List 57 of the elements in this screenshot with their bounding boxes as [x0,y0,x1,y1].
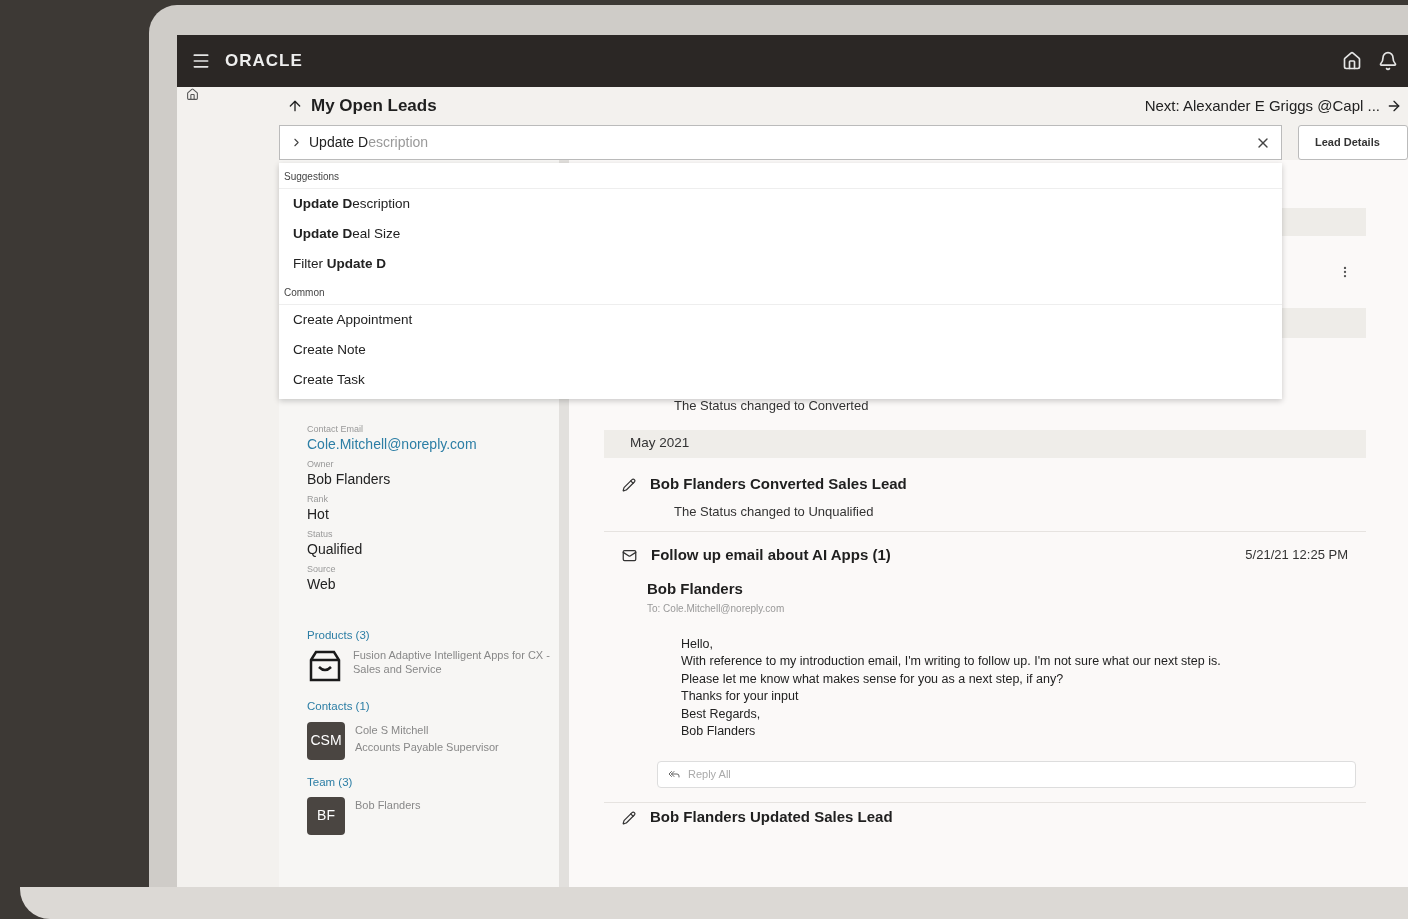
email-body-line: Please let me know what makes sense for you as a next step, if any? [681,670,1065,688]
email-body-line: Hello, [681,635,714,653]
field-value: Hot [307,505,330,523]
field-value: Bob Flanders [307,470,392,488]
field-value: Web [307,575,337,593]
entry-title: Bob Flanders Updated Sales Lead [650,807,893,828]
group-heading: Common [279,279,1282,305]
menu-icon[interactable] [191,51,211,71]
pencil-icon [622,477,636,492]
field-label: Source [307,564,337,575]
suggestion-item[interactable]: Update Description [279,189,1282,219]
contact-name: Cole S Mitchell [355,722,430,738]
section-heading[interactable]: Contacts (1) [307,698,559,716]
entry-time: 5/21/21 12:25 PM [1245,546,1348,565]
autocomplete-hint: escription [368,133,429,152]
field-label: Owner [307,459,335,470]
reply-all-icon [668,768,680,780]
section-heading[interactable]: Products (3) [307,627,559,645]
suggestion-item[interactable]: Filter Update D [279,249,1282,279]
field-label: Rank [307,494,329,505]
entry-detail: The Status changed to Unqualified [673,502,875,521]
logo: ORACLE [225,50,303,73]
email-body-line: Thanks for your input [681,688,800,705]
entry-detail: The Status changed to Converted [673,397,870,415]
suggestion-item[interactable]: Create Note [279,335,1282,365]
home-icon[interactable] [186,88,199,101]
email-sender: Bob Flanders [646,579,744,599]
avatar-initials: BF [307,796,345,835]
field-label: Status [307,529,334,540]
suggestion-item[interactable]: Update Deal Size [279,219,1282,249]
suggestion-item[interactable]: Create Appointment [279,305,1282,335]
email-body-line: With reference to my introduction email, I'm writing to follow up. I'm not sure what our next step is. [681,653,1222,670]
mail-icon [622,547,637,563]
pencil-icon [622,810,636,825]
email-body-line: Best Regards, [681,705,762,723]
product-name: Fusion Adaptive Intelligent Apps for CX - Sales and Service [353,648,551,678]
section-heading[interactable]: Team (3) [307,773,559,791]
team-member-name: Bob Flanders [355,797,421,813]
entry-title: Bob Flanders Converted Sales Lead [650,474,907,495]
search-value: Update D [309,133,369,152]
month-header: May 2021 [604,429,1366,458]
email-link[interactable]: Cole.Mitchell@noreply.com [307,435,559,453]
entry-title: Follow up email about AI Apps (1) [651,544,891,565]
avatar-initials: CSM [307,721,345,760]
lead-details-button[interactable]: Lead Details [1298,125,1408,160]
field-label: Contact Email [307,424,365,435]
next-link[interactable]: Next: Alexander E Griggs @Capl ... [1144,94,1380,118]
arrow-right-icon[interactable] [1386,98,1402,114]
page-title: My Open Leads [311,95,437,118]
field-value: Qualified [307,540,364,558]
reply-placeholder: Reply All [688,766,731,782]
email-recipient: To: Cole.Mitchell@noreply.com [646,601,786,616]
email-body-line: Bob Flanders [681,723,757,740]
suggestion-item[interactable]: Create Task [279,365,1282,395]
contact-role: Accounts Payable Supervisor [355,739,499,755]
command-search-field[interactable]: Update Description [279,125,1282,160]
bell-icon[interactable] [1378,51,1398,71]
